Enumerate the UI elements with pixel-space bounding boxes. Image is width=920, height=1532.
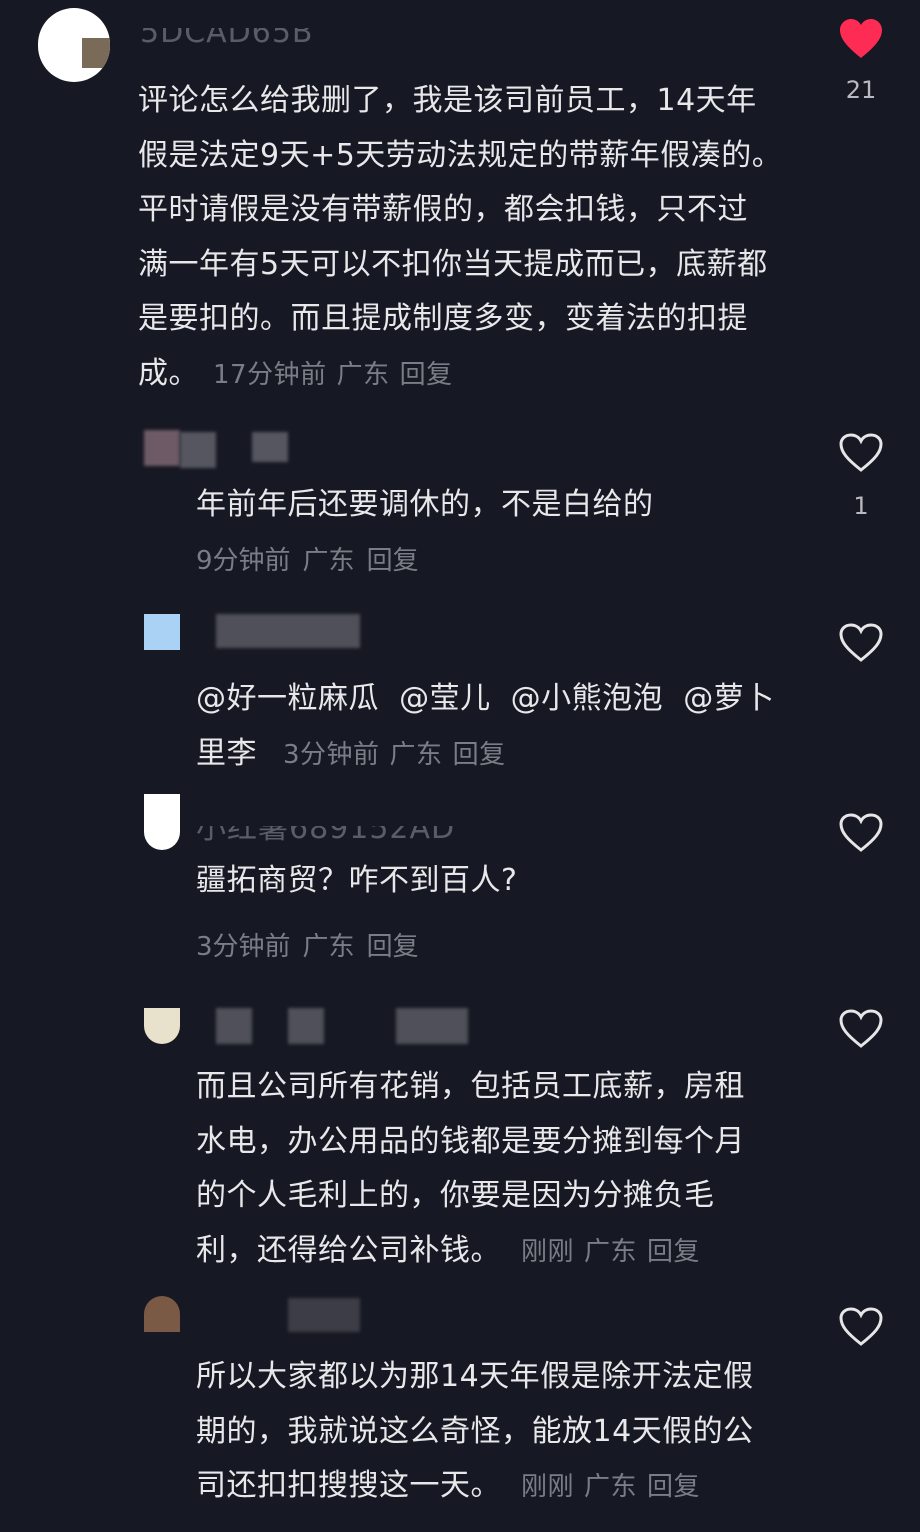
reply-button[interactable]: 回复 xyxy=(367,932,419,962)
timestamp: 17分钟前 xyxy=(213,359,327,390)
comment-text: @好一粒麻瓜 @莹儿 @小熊泡泡 @萝卜 里李 3分钟前 广东 回复 xyxy=(196,681,775,771)
comment-1: 5DCAD65B 评论怎么给我删了，我是该司前员工，14天年 假是法定9天+5天… xyxy=(0,0,920,410)
like-button[interactable] xyxy=(838,432,884,474)
comment-meta: 3分钟前 广东 回复 xyxy=(283,740,516,770)
timestamp: 刚刚 xyxy=(521,1472,575,1502)
heart-outline-icon xyxy=(839,1009,883,1048)
location: 广东 xyxy=(302,932,355,962)
timestamp: 3分钟前 xyxy=(196,932,291,962)
timestamp: 3分钟前 xyxy=(283,739,380,770)
reply-button[interactable]: 回复 xyxy=(453,740,506,770)
heart-outline-icon xyxy=(839,813,883,852)
like-count: 1 xyxy=(853,492,869,520)
comment-meta: 刚刚 广东 回复 xyxy=(521,1237,710,1267)
avatar[interactable] xyxy=(144,614,180,650)
comment-3: @好一粒麻瓜 @莹儿 @小熊泡泡 @萝卜 里李 3分钟前 广东 回复 xyxy=(0,606,920,786)
reply-button[interactable]: 回复 xyxy=(400,360,453,390)
comment-meta: 刚刚 广东 回复 xyxy=(521,1472,710,1502)
comment-5: 而且公司所有花销，包括员工底薪，房租 水电，办公用品的钱都是要分摊到每个月 的个… xyxy=(0,1000,920,1280)
avatar[interactable] xyxy=(144,1008,180,1044)
reply-button[interactable]: 回复 xyxy=(367,546,419,576)
like-button[interactable] xyxy=(838,18,884,60)
avatar[interactable] xyxy=(144,1296,180,1332)
comment-4: 小红薯689152AD 疆拓商贸？咋不到百人? 3分钟前 广东 回复 xyxy=(0,790,920,980)
avatar[interactable] xyxy=(38,8,110,82)
like-button[interactable] xyxy=(838,622,884,664)
username-blurred[interactable] xyxy=(180,432,216,468)
username-blurred[interactable] xyxy=(216,614,360,648)
comment-text: 所以大家都以为那14天年假是除开法定假 期的，我就说这么奇怪，能放14天假的公 … xyxy=(196,1359,754,1503)
like-button[interactable] xyxy=(838,812,884,854)
comment-meta: 9分钟前 广东 回复 xyxy=(196,544,431,578)
comment-text: 年前年后还要调休的，不是白给的 xyxy=(196,487,654,522)
like-button[interactable] xyxy=(838,1008,884,1050)
timestamp: 9分钟前 xyxy=(196,546,291,576)
comment-text: 疆拓商贸？咋不到百人? xyxy=(196,863,518,898)
like-count: 21 xyxy=(845,76,877,104)
comment-text: 评论怎么给我删了，我是该司前员工，14天年 假是法定9天+5天劳动法规定的带薪年… xyxy=(138,83,783,391)
heart-outline-icon xyxy=(839,623,883,662)
username[interactable]: 小红薯689152AD xyxy=(196,826,455,848)
reply-button[interactable]: 回复 xyxy=(647,1237,700,1267)
username-blurred-2[interactable] xyxy=(288,1008,324,1044)
username[interactable]: 5DCAD65B xyxy=(140,28,314,50)
comment-2: 年前年后还要调休的，不是白给的 9分钟前 广东 回复 1 xyxy=(0,420,920,590)
location: 广东 xyxy=(584,1236,638,1267)
avatar[interactable] xyxy=(144,794,180,850)
username-blurred-3[interactable] xyxy=(396,1008,468,1044)
comment-6: 所以大家都以为那14天年假是除开法定假 期的，我就说这么奇怪，能放14天假的公 … xyxy=(0,1292,920,1532)
location: 广东 xyxy=(302,546,355,576)
location: 广东 xyxy=(336,359,390,390)
username-blurred[interactable] xyxy=(216,1008,252,1044)
heart-filled-icon xyxy=(840,19,882,58)
location: 广东 xyxy=(389,739,443,770)
location: 广东 xyxy=(584,1472,638,1502)
comment-text: 而且公司所有花销，包括员工底薪，房租 水电，办公用品的钱都是要分摊到每个月 的个… xyxy=(196,1069,745,1268)
username-blurred-2[interactable] xyxy=(252,432,288,462)
comment-meta: 3分钟前 广东 回复 xyxy=(196,930,431,964)
timestamp: 刚刚 xyxy=(521,1236,575,1267)
avatar[interactable] xyxy=(144,430,180,466)
heart-outline-icon xyxy=(839,1307,883,1346)
reply-button[interactable]: 回复 xyxy=(647,1472,700,1502)
heart-outline-icon xyxy=(839,433,883,472)
username-blurred[interactable] xyxy=(288,1298,360,1332)
comment-meta: 17分钟前 广东 回复 xyxy=(213,360,463,390)
like-button[interactable] xyxy=(838,1306,884,1348)
